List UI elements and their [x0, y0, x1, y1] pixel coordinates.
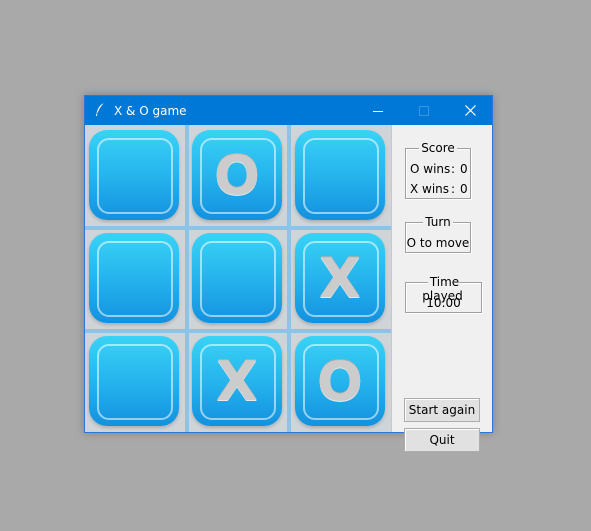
tile: [89, 233, 179, 323]
board-cell-4[interactable]: [85, 228, 187, 331]
x-wins-label: X wins: [410, 182, 450, 196]
board-cell-3[interactable]: [291, 125, 393, 228]
o-wins-label: O wins: [410, 162, 451, 176]
maximize-button[interactable]: [401, 96, 447, 125]
score-title: Score: [419, 141, 457, 155]
feather-icon: [93, 102, 107, 118]
title-bar[interactable]: X & O game: [85, 96, 492, 125]
o-wins-value: 0: [460, 162, 468, 176]
time-value: 10:00: [426, 296, 461, 310]
x-wins-value: 0: [460, 182, 468, 196]
tile: O: [192, 130, 282, 220]
o-wins-separator: :: [450, 162, 456, 176]
board-cell-8[interactable]: X: [188, 331, 290, 434]
game-window: X & O game O X X O Score O wins: 0 X win…: [84, 95, 493, 452]
game-board: O X X O: [85, 125, 391, 432]
window-title: X & O game: [114, 104, 187, 118]
cell-mark: [192, 233, 282, 323]
board-cell-5[interactable]: [188, 228, 290, 331]
x-wins-row: X wins:0: [410, 182, 468, 196]
start-again-button[interactable]: Start again: [404, 398, 480, 422]
turn-group: Turn O to move: [405, 215, 471, 253]
turn-title: Turn: [423, 215, 453, 229]
o-wins-row: O wins: 0: [410, 162, 468, 176]
tile: O: [295, 336, 385, 426]
tile: X: [295, 233, 385, 323]
x-wins-separator: :: [450, 182, 456, 196]
board-cell-6[interactable]: X: [291, 228, 393, 331]
sidebar: Score O wins: 0 X wins:0 Turn O to move T…: [391, 125, 492, 452]
cell-mark: O: [317, 349, 363, 413]
tile: [192, 233, 282, 323]
cell-mark: X: [319, 246, 361, 310]
score-group: Score O wins: 0 X wins:0: [405, 141, 471, 199]
board-cell-7[interactable]: [85, 331, 187, 434]
minimize-button[interactable]: [355, 96, 401, 125]
cell-mark: O: [214, 143, 260, 207]
time-group: Time played 10:00: [405, 275, 482, 313]
turn-value: O to move: [406, 236, 470, 250]
cell-mark: [89, 130, 179, 220]
quit-button[interactable]: Quit: [404, 428, 480, 452]
tile: [89, 336, 179, 426]
cell-mark: [89, 336, 179, 426]
cell-mark: [89, 233, 179, 323]
tile: X: [192, 336, 282, 426]
close-icon: [464, 105, 476, 116]
board-cell-2[interactable]: O: [188, 125, 290, 228]
cell-mark: X: [216, 349, 258, 413]
board-cell-1[interactable]: [85, 125, 187, 228]
tile: [295, 130, 385, 220]
cell-mark: [295, 130, 385, 220]
close-button[interactable]: [447, 96, 493, 125]
tile: [89, 130, 179, 220]
board-cell-9[interactable]: O: [291, 331, 393, 434]
maximize-icon: [419, 105, 429, 116]
minimize-icon: [373, 110, 383, 112]
